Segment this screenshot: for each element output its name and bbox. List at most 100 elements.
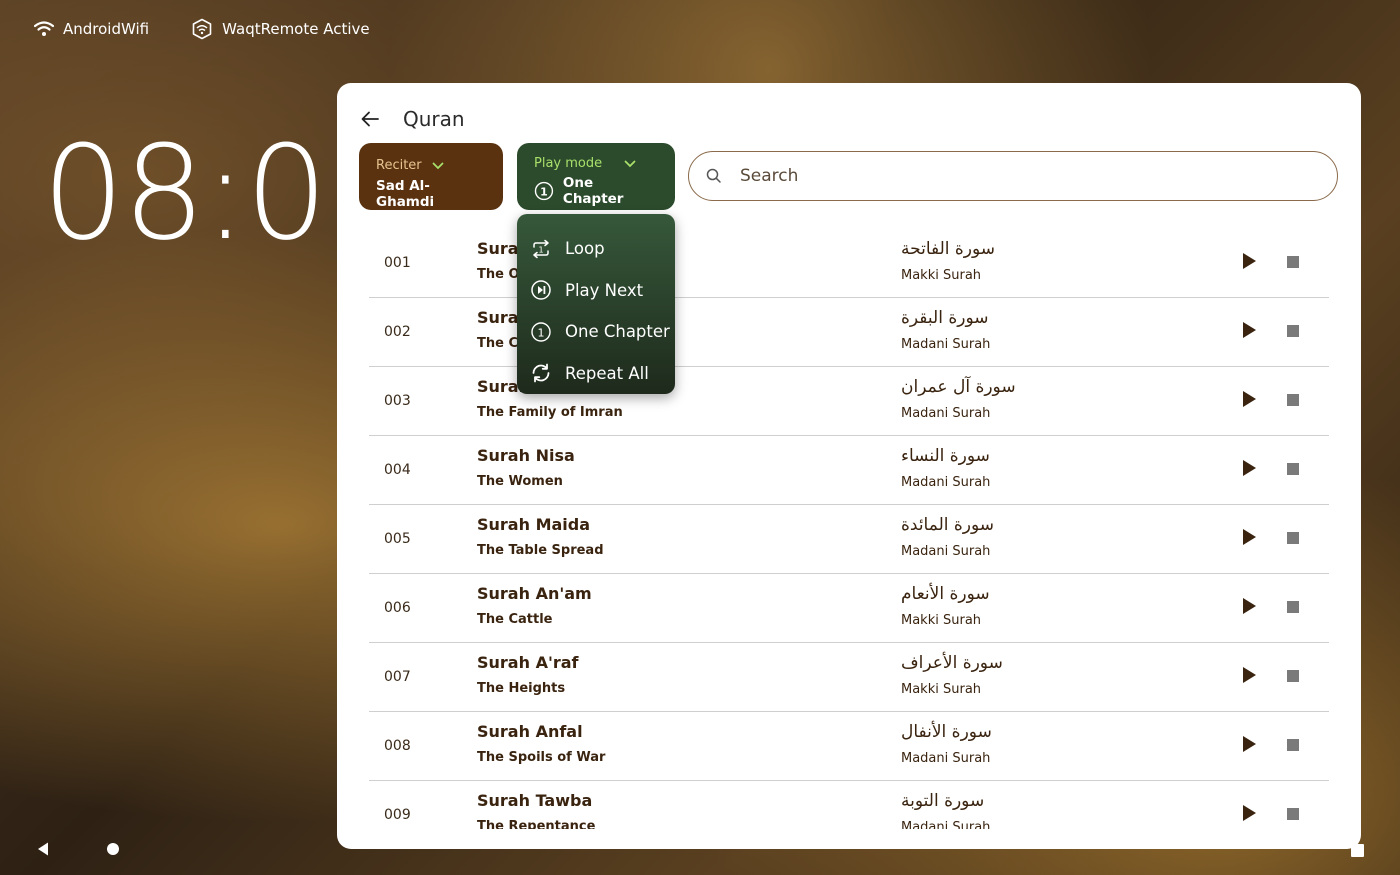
page-title: Quran [403, 107, 465, 131]
table-row[interactable]: 009 Surah Tawba The Repentance سورة التو… [369, 781, 1329, 829]
stop-button[interactable] [1287, 739, 1299, 751]
surah-number: 007 [384, 669, 411, 685]
surah-name: Surah A'raf [477, 653, 579, 672]
nav-home-icon[interactable] [106, 842, 120, 856]
surah-translation: The Spoils of War [477, 750, 606, 765]
nav-back-icon[interactable] [36, 841, 50, 857]
play-next-icon [531, 280, 551, 300]
menu-item-label: Loop [565, 239, 605, 259]
table-row[interactable]: 002 Surah The Co سورة البقرة Madani Sura… [369, 298, 1329, 367]
surah-list[interactable]: 001 Surah The Op سورة الفاتحة Makki Sura… [369, 229, 1329, 829]
play-button[interactable] [1243, 736, 1256, 752]
surah-name: Surah Anfal [477, 722, 583, 741]
surah-name: Surah Tawba [477, 791, 593, 810]
surah-arabic-name: سورة النساء [901, 446, 990, 466]
menu-item-play-next[interactable]: Play Next [517, 270, 675, 312]
stop-button[interactable] [1287, 601, 1299, 613]
surah-number: 002 [384, 324, 411, 340]
menu-item-one-chapter[interactable]: 1 One Chapter [517, 311, 675, 353]
table-row[interactable]: 004 Surah Nisa The Women سورة النساء Mad… [369, 436, 1329, 505]
header: Quran [359, 107, 465, 131]
table-row[interactable]: 005 Surah Maida The Table Spread سورة ال… [369, 505, 1329, 574]
reciter-selector[interactable]: Reciter Sad Al-Ghamdi [359, 143, 503, 210]
reciter-label: Reciter [376, 158, 422, 173]
play-button[interactable] [1243, 253, 1256, 269]
stop-button[interactable] [1287, 256, 1299, 268]
svg-text:1: 1 [538, 326, 545, 339]
wifi-status: AndroidWifi [34, 20, 149, 38]
surah-translation: The Table Spread [477, 543, 604, 558]
chevron-down-icon [624, 160, 636, 167]
play-mode-selector[interactable]: Play mode 1 One Chapter [517, 143, 675, 210]
back-button[interactable] [359, 108, 381, 130]
surah-type: Makki Surah [901, 613, 982, 628]
surah-number: 001 [384, 255, 411, 271]
surah-type: Madani Surah [901, 475, 991, 490]
menu-item-loop[interactable]: 1 Loop [517, 228, 675, 270]
svg-text:1: 1 [538, 245, 543, 254]
surah-arabic-name: سورة الأعراف [901, 653, 1003, 673]
play-button[interactable] [1243, 805, 1256, 821]
remote-shield-icon [192, 18, 212, 40]
surah-translation: The Family of Imran [477, 405, 623, 420]
stop-button[interactable] [1287, 325, 1299, 337]
play-button[interactable] [1243, 529, 1256, 545]
stop-button[interactable] [1287, 394, 1299, 406]
surah-type: Makki Surah [901, 268, 982, 283]
surah-arabic-name: سورة آل عمران [901, 377, 1016, 397]
nav-recents-icon[interactable] [1351, 844, 1364, 857]
arrow-left-icon [361, 111, 379, 127]
svg-text:1: 1 [540, 185, 548, 198]
play-mode-label: Play mode [534, 156, 603, 171]
menu-item-label: One Chapter [565, 322, 670, 342]
repeat-all-icon [532, 363, 550, 383]
surah-translation: The Heights [477, 681, 566, 696]
surah-arabic-name: سورة التوبة [901, 791, 985, 811]
system-nav [36, 841, 120, 857]
play-mode-value: One Chapter [562, 175, 624, 207]
table-row[interactable]: 001 Surah The Op سورة الفاتحة Makki Sura… [369, 229, 1329, 298]
table-row[interactable]: 006 Surah An'am The Cattle سورة الأنعام … [369, 574, 1329, 643]
surah-number: 004 [384, 462, 411, 478]
surah-arabic-name: سورة البقرة [901, 308, 989, 328]
surah-translation: The Repentance [477, 819, 596, 829]
table-row[interactable]: 007 Surah A'raf The Heights سورة الأعراف… [369, 643, 1329, 712]
surah-name: Surah Nisa [477, 446, 575, 465]
play-button[interactable] [1243, 322, 1256, 338]
menu-item-label: Repeat All [565, 363, 649, 383]
table-row[interactable]: 003 Surah The Family of Imran سورة آل عم… [369, 367, 1329, 436]
surah-name: Surah Maida [477, 515, 591, 534]
play-mode-menu: 1 Loop Play Next 1 One Chapter Repeat Al… [517, 214, 675, 394]
play-button[interactable] [1243, 391, 1256, 407]
play-button[interactable] [1243, 460, 1256, 476]
one-chapter-icon: 1 [531, 322, 551, 342]
search-box[interactable] [688, 151, 1338, 201]
stop-button[interactable] [1287, 670, 1299, 682]
surah-number: 005 [384, 531, 411, 547]
surah-translation: The Women [477, 474, 563, 489]
surah-name: Surah An'am [477, 584, 592, 603]
menu-item-label: Play Next [565, 280, 644, 300]
surah-arabic-name: سورة الأنعام [901, 584, 990, 604]
play-button[interactable] [1243, 667, 1256, 683]
table-row[interactable]: 008 Surah Anfal The Spoils of War سورة ا… [369, 712, 1329, 781]
reciter-value: Sad Al-Ghamdi [376, 178, 435, 210]
play-button[interactable] [1243, 598, 1256, 614]
search-input[interactable] [738, 165, 1302, 187]
one-chapter-icon: 1 [534, 181, 554, 201]
surah-type: Madani Surah [901, 337, 991, 352]
surah-number: 008 [384, 738, 411, 754]
remote-label: WaqtRemote Active [222, 20, 370, 38]
status-bar: AndroidWifi WaqtRemote Active [34, 18, 370, 40]
surah-arabic-name: سورة الفاتحة [901, 239, 996, 259]
menu-item-repeat-all[interactable]: Repeat All [517, 353, 675, 395]
stop-button[interactable] [1287, 532, 1299, 544]
stop-button[interactable] [1287, 808, 1299, 820]
stop-button[interactable] [1287, 463, 1299, 475]
remote-status: WaqtRemote Active [191, 18, 370, 40]
chevron-down-icon [432, 162, 444, 169]
surah-type: Madani Surah [901, 544, 991, 559]
surah-number: 006 [384, 600, 411, 616]
surah-type: Madani Surah [901, 751, 991, 766]
surah-number: 003 [384, 393, 411, 409]
